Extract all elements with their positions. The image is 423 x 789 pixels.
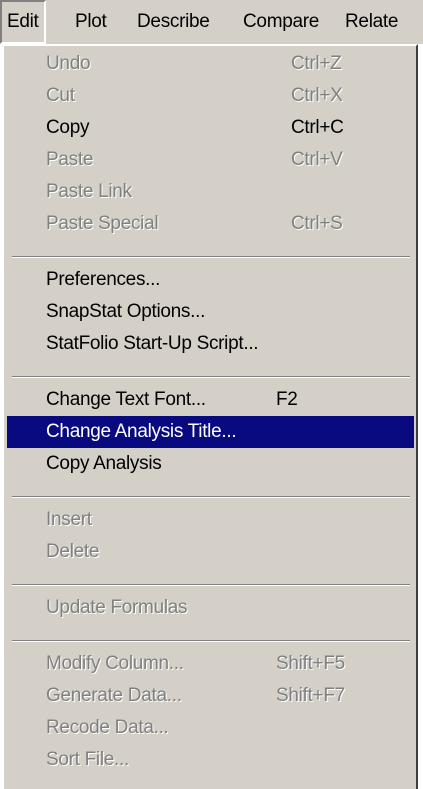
menu-item-recode-data[interactable]: Recode Data... <box>12 712 410 744</box>
menu-item-statfolio-startup-script[interactable]: StatFolio Start-Up Script... <box>12 328 410 360</box>
menu-item-paste-special[interactable]: Paste Special Ctrl+S <box>12 208 410 240</box>
menu-item-cut[interactable]: Cut Ctrl+X <box>12 80 410 112</box>
menu-relate[interactable]: Relate <box>338 0 405 44</box>
menu-item-label: Paste Link <box>46 181 132 202</box>
menu-item-label: StatFolio Start-Up Script... <box>46 333 259 354</box>
menu-edit[interactable]: Edit <box>0 0 46 44</box>
menu-separator <box>12 256 410 258</box>
menu-item-label: Generate Data... <box>46 685 182 706</box>
menu-item-delete[interactable]: Delete <box>12 536 410 568</box>
menu-separator <box>12 376 410 378</box>
menu-item-update-formulas[interactable]: Update Formulas <box>12 592 410 624</box>
menu-separator <box>12 584 410 586</box>
menu-item-label: Copy <box>46 117 90 138</box>
menu-item-label: Paste <box>46 149 94 170</box>
menu-item-label: Cut <box>46 85 75 106</box>
app-window: Edit Plot Describe Compare Relate Undo C… <box>0 0 423 789</box>
menu-item-snapstat-options[interactable]: SnapStat Options... <box>12 296 410 328</box>
menu-item-shortcut: Ctrl+S <box>291 213 343 234</box>
menu-item-label: Update Formulas <box>46 597 188 618</box>
menu-item-label: Recode Data... <box>46 717 169 738</box>
menu-separator <box>12 496 410 498</box>
menu-item-label: Paste Special <box>46 213 159 234</box>
menu-item-shortcut: F2 <box>276 389 298 410</box>
menu-item-change-text-font[interactable]: Change Text Font... F2 <box>12 384 410 416</box>
menu-item-copy[interactable]: Copy Ctrl+C <box>12 112 410 144</box>
menu-item-undo[interactable]: Undo Ctrl+Z <box>12 48 410 80</box>
menu-separator <box>12 640 410 642</box>
menu-item-label: SnapStat Options... <box>46 301 206 322</box>
menu-item-shortcut: Shift+F7 <box>276 685 345 706</box>
menu-item-sort-file[interactable]: Sort File... <box>12 744 410 776</box>
menu-item-preferences[interactable]: Preferences... <box>12 264 410 296</box>
menu-item-label: Change Analysis Title... <box>46 421 237 442</box>
menu-describe[interactable]: Describe <box>130 0 217 44</box>
menu-item-modify-column[interactable]: Modify Column... Shift+F5 <box>12 648 410 680</box>
menu-item-insert[interactable]: Insert <box>12 504 410 536</box>
menu-item-shortcut: Shift+F5 <box>276 653 345 674</box>
menu-item-label: Modify Column... <box>46 653 184 674</box>
menu-item-shortcut: Ctrl+C <box>291 117 344 138</box>
menu-bar: Edit Plot Describe Compare Relate <box>0 0 423 45</box>
menu-item-label: Insert <box>46 509 92 530</box>
menu-item-shortcut: Ctrl+Z <box>291 53 342 74</box>
menu-item-label: Sort File... <box>46 749 129 770</box>
menu-item-generate-data[interactable]: Generate Data... Shift+F7 <box>12 680 410 712</box>
menu-item-shortcut: Ctrl+V <box>291 149 343 170</box>
menu-plot[interactable]: Plot <box>68 0 114 44</box>
menu-item-shortcut: Ctrl+X <box>291 85 343 106</box>
menu-compare[interactable]: Compare <box>236 0 326 44</box>
menu-item-label: Undo <box>46 53 91 74</box>
menu-item-label: Preferences... <box>46 269 161 290</box>
edit-dropdown-menu: Undo Ctrl+Z Cut Ctrl+X Copy Ctrl+C Paste… <box>2 44 418 789</box>
menu-item-paste-link[interactable]: Paste Link <box>12 176 410 208</box>
menu-item-change-analysis-title[interactable]: Change Analysis Title... <box>7 416 414 448</box>
menu-item-label: Change Text Font... <box>46 389 206 410</box>
menu-item-label: Copy Analysis <box>46 453 162 474</box>
menu-item-paste[interactable]: Paste Ctrl+V <box>12 144 410 176</box>
menu-item-copy-analysis[interactable]: Copy Analysis <box>12 448 410 480</box>
menu-item-label: Delete <box>46 541 100 562</box>
